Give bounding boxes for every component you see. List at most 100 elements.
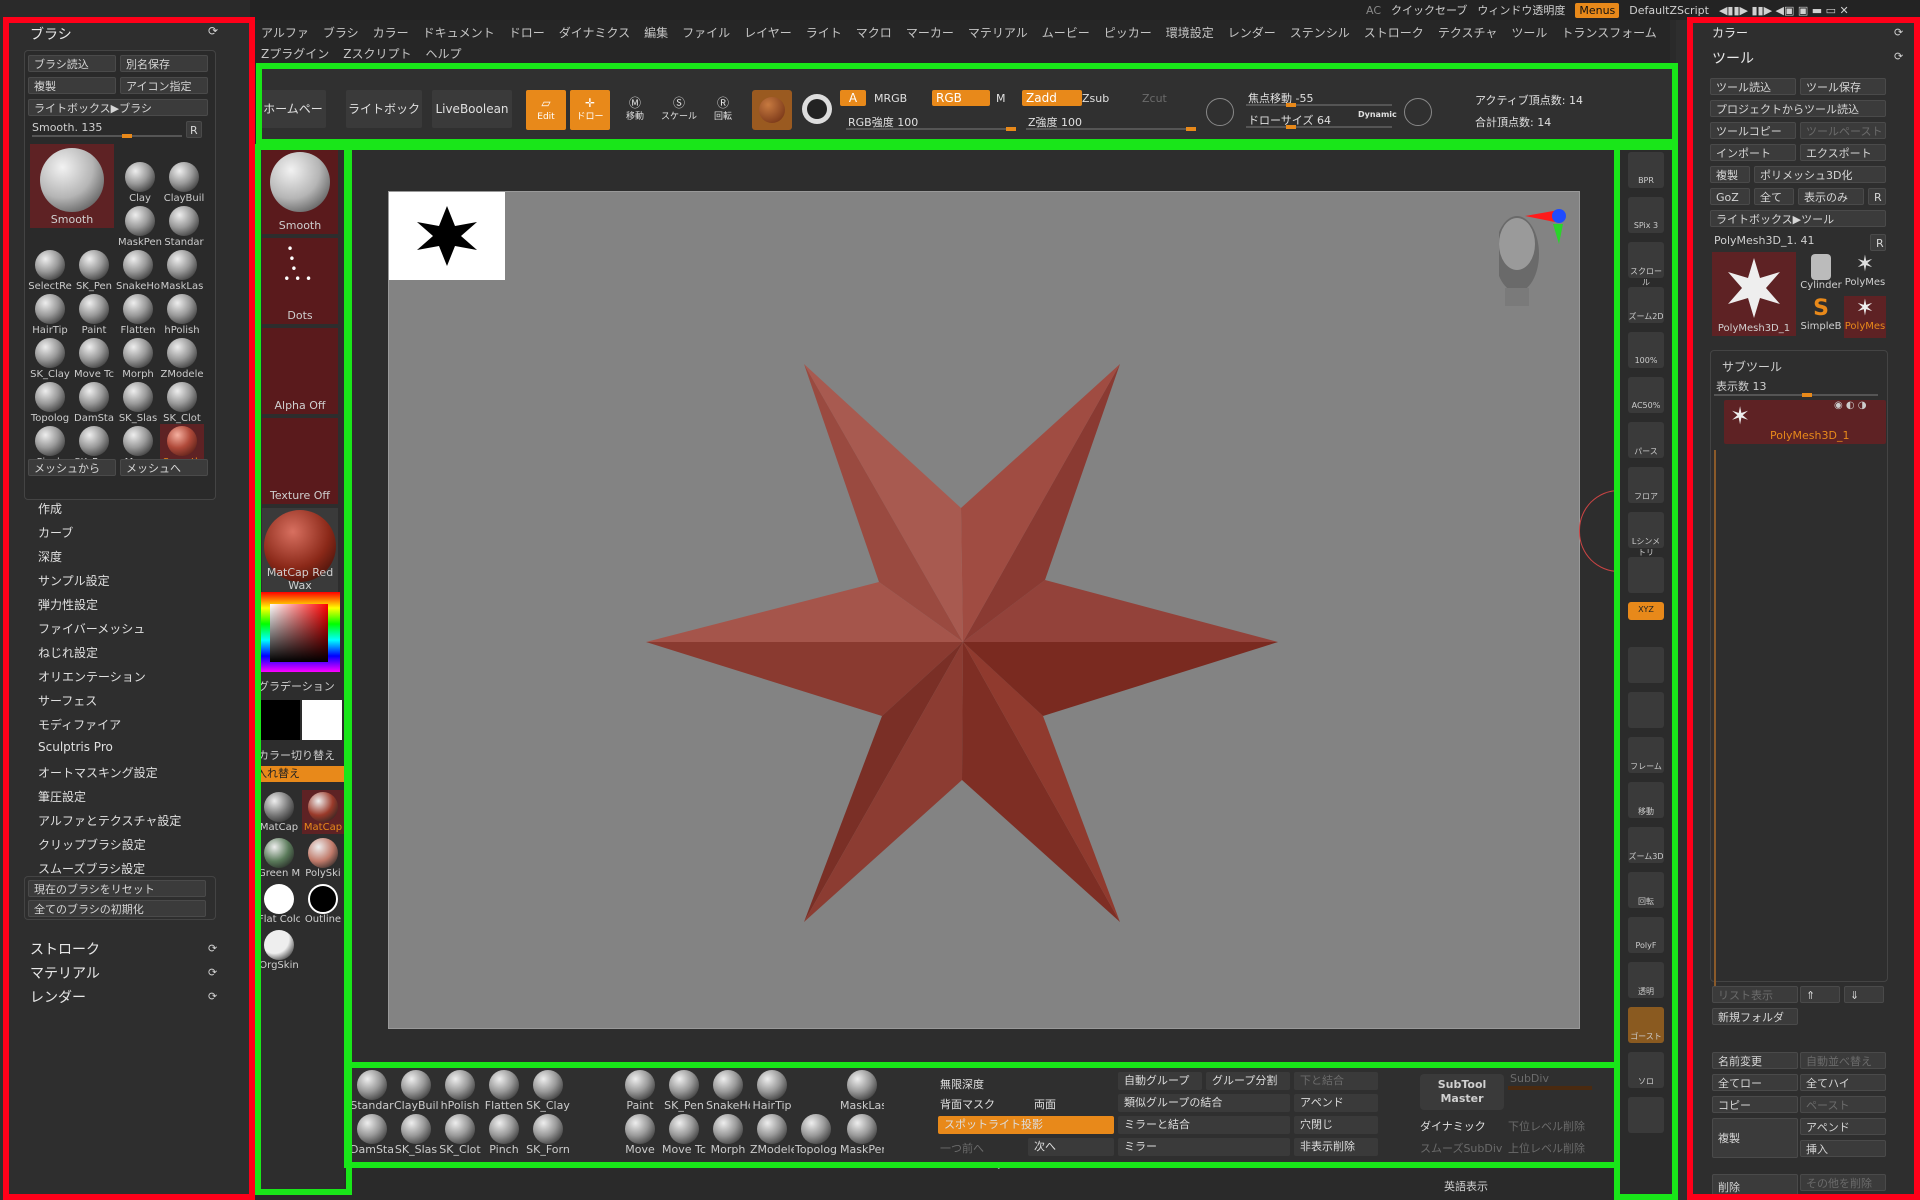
- cylinder-tool-thumb[interactable]: Cylinder: [1800, 252, 1842, 294]
- visible-count-track[interactable]: [1714, 393, 1878, 397]
- scale-button[interactable]: Ⓢ スケール: [660, 90, 698, 130]
- load-brush-button[interactable]: ブラシ読込: [28, 55, 116, 72]
- view-tool-10[interactable]: XYZ: [1628, 602, 1664, 620]
- visible-only-button[interactable]: 表示のみ: [1798, 188, 1864, 205]
- view-tool-18[interactable]: 透明: [1628, 962, 1664, 998]
- lightbox-tool-button[interactable]: ライトボックス▶ツール: [1710, 210, 1886, 227]
- menu-row1-1[interactable]: ブラシ: [316, 22, 366, 44]
- subtool-list-scrollbar[interactable]: [1714, 450, 1716, 998]
- brush-16[interactable]: Topolog: [28, 380, 72, 424]
- brush-13[interactable]: Move Tc: [72, 336, 116, 380]
- script-name[interactable]: DefaultZScript: [1629, 4, 1709, 17]
- current-brush-thumb[interactable]: Smooth: [30, 144, 114, 228]
- material-3[interactable]: PolySki: [302, 836, 344, 880]
- view-tool-14[interactable]: 移動: [1628, 782, 1664, 818]
- material-5[interactable]: Outline: [302, 882, 344, 926]
- move-down-arrow-icon[interactable]: ⇓: [1844, 986, 1884, 1003]
- rgb-toggle[interactable]: RGB: [932, 90, 990, 106]
- prev-button[interactable]: 一つ前へ: [940, 1140, 984, 1156]
- brush-1[interactable]: ClayBuil: [162, 160, 206, 204]
- view-tool-12[interactable]: [1628, 692, 1664, 728]
- brush-11[interactable]: hPolish: [160, 292, 204, 336]
- smooth-slider-label[interactable]: Smooth. 135: [32, 121, 102, 134]
- zsub-toggle[interactable]: Zsub: [1082, 92, 1109, 105]
- move-up-arrow-icon[interactable]: ⇑: [1800, 986, 1840, 1003]
- bottom-brush-brushes_row2-6[interactable]: Move Tc: [662, 1112, 706, 1156]
- alpha-thumb[interactable]: Alpha Off: [262, 328, 338, 414]
- star-mesh[interactable]: [549, 272, 1389, 962]
- brush-12[interactable]: SK_Clay: [28, 336, 72, 380]
- paste-subtool-button[interactable]: ペースト: [1800, 1096, 1886, 1113]
- delete-hidden-button[interactable]: 非表示削除: [1294, 1138, 1378, 1156]
- menu-row1-18[interactable]: ストローク: [1357, 22, 1431, 44]
- gradation-label[interactable]: グラデーション: [258, 678, 335, 694]
- reset-all-brushes-button[interactable]: 全てのブラシの初期化: [28, 900, 206, 917]
- brush-submenu-7[interactable]: オリエンテーション: [38, 668, 146, 685]
- polymesh-tool-thumb-a[interactable]: ✶ PolyMes: [1844, 252, 1886, 294]
- color-picker[interactable]: [260, 592, 340, 672]
- z-intensity-track[interactable]: [1026, 127, 1196, 131]
- brush-submenu-8[interactable]: サーフェス: [38, 692, 97, 709]
- goz-button[interactable]: GoZ: [1710, 188, 1750, 205]
- window-transparency-slider[interactable]: ウィンドウ透明度: [1477, 2, 1565, 18]
- append-button[interactable]: アペンド: [1294, 1094, 1378, 1112]
- focal-icon[interactable]: [1206, 98, 1234, 126]
- material-6[interactable]: OrgSkin: [258, 928, 300, 972]
- brush-3[interactable]: Standar: [162, 204, 206, 248]
- brush-15[interactable]: ZModele: [160, 336, 204, 380]
- brush-submenu-6[interactable]: ねじれ設定: [38, 644, 98, 661]
- current-tool-thumb[interactable]: PolyMesh3D_1: [1712, 252, 1796, 336]
- material-1[interactable]: MatCap: [302, 790, 344, 834]
- menu-row2-0[interactable]: Zプラグイン: [254, 43, 336, 65]
- zadd-toggle[interactable]: Zadd: [1022, 90, 1082, 106]
- brush-submenu-13[interactable]: アルファとテクスチャ設定: [38, 812, 181, 829]
- focal-track[interactable]: [1246, 103, 1392, 107]
- bottom-brush-brushes_row2-10[interactable]: MaskPen: [840, 1112, 884, 1156]
- view-tool-13[interactable]: フレーム: [1628, 737, 1664, 773]
- menu-row1-5[interactable]: ダイナミクス: [552, 22, 637, 44]
- brush-2[interactable]: MaskPen: [118, 204, 162, 248]
- insert-subtool-button[interactable]: 挿入: [1800, 1140, 1886, 1157]
- list-display-button[interactable]: リスト表示: [1712, 986, 1798, 1003]
- all-low-button[interactable]: 全てロー: [1712, 1074, 1798, 1091]
- dynamic-toggle[interactable]: Dynamic: [1358, 110, 1397, 119]
- auto-reorder-button[interactable]: 自動並べ替え: [1800, 1052, 1886, 1069]
- lightbox-brush-button[interactable]: ライトボックス▶ブラシ: [28, 99, 208, 116]
- color-refresh-icon[interactable]: ⟳: [1894, 26, 1903, 39]
- copy-tool-button[interactable]: ツールコピー: [1710, 122, 1796, 139]
- menu-row1-9[interactable]: ライト: [799, 22, 849, 44]
- menu-row2-1[interactable]: Zスクリプト: [336, 43, 418, 65]
- view-tool-6[interactable]: パース: [1628, 422, 1664, 458]
- view-tool-16[interactable]: 回転: [1628, 872, 1664, 908]
- all-button[interactable]: 全て: [1754, 188, 1794, 205]
- stroke-palette[interactable]: ストローク: [30, 939, 100, 959]
- backface-mask-toggle[interactable]: 背面マスク: [940, 1096, 995, 1112]
- export-button[interactable]: エクスポート: [1800, 144, 1886, 161]
- color-switch-button[interactable]: カラー切り替え: [258, 747, 335, 763]
- mesh-to-button[interactable]: メッシュへ: [120, 459, 208, 476]
- load-from-project-button[interactable]: プロジェクトからツール読込: [1710, 100, 1886, 117]
- new-folder-button[interactable]: 新規フォルダ: [1712, 1008, 1798, 1025]
- color-palette[interactable]: カラー: [1712, 24, 1748, 41]
- tool-r-button[interactable]: R: [1870, 234, 1886, 251]
- load-tool-button[interactable]: ツール読込: [1710, 78, 1796, 95]
- brush-10[interactable]: Flatten: [116, 292, 160, 336]
- double-toggle[interactable]: 両面: [1034, 1096, 1056, 1112]
- material-sphere-icon[interactable]: [752, 90, 792, 130]
- material-palette[interactable]: マテリアル: [30, 963, 100, 983]
- bottom-brush-brushes_row1-9[interactable]: MaskLas: [840, 1068, 884, 1112]
- polymesh-slider[interactable]: PolyMesh3D_1. 41: [1714, 234, 1814, 247]
- delete-subtool-button[interactable]: 削除: [1712, 1174, 1798, 1200]
- brush-submenu-5[interactable]: ファイバーメッシュ: [38, 620, 145, 637]
- smooth-slider[interactable]: [32, 134, 182, 138]
- visible-count-slider[interactable]: 表示数 13: [1716, 378, 1767, 394]
- brush-thumb[interactable]: Smooth: [262, 148, 338, 234]
- menu-row1-13[interactable]: ムービー: [1035, 22, 1097, 44]
- bottom-brush-brushes_row1-5[interactable]: Paint: [618, 1068, 662, 1112]
- reset-current-brush-button[interactable]: 現在のブラシをリセット: [28, 880, 206, 897]
- mirror-button[interactable]: ミラー: [1118, 1138, 1290, 1156]
- view-tool-15[interactable]: ズーム3D: [1628, 827, 1664, 863]
- brush-19[interactable]: SK_Clot: [160, 380, 204, 424]
- brush-0[interactable]: Clay: [118, 160, 162, 204]
- clone-button[interactable]: 複製: [28, 77, 116, 94]
